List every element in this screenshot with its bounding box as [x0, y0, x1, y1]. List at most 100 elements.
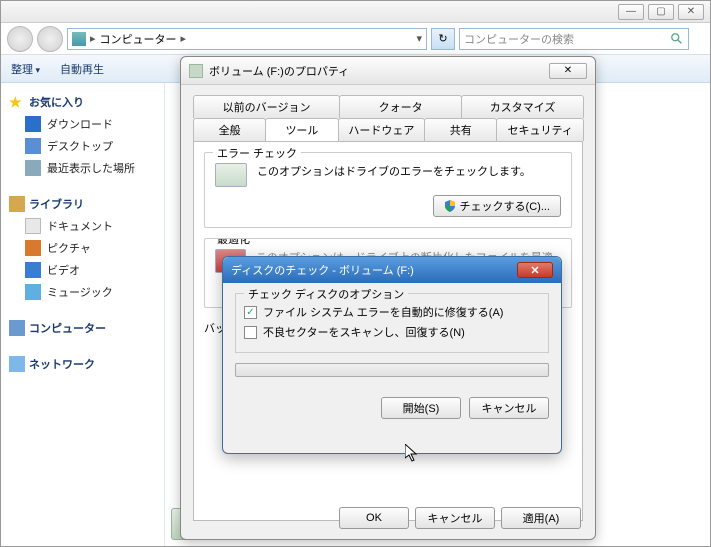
favorites-label: お気に入り	[29, 94, 84, 110]
computer-icon	[9, 320, 25, 336]
sidebar-item-label: デスクトップ	[47, 138, 113, 154]
tabs-row-1: 以前のバージョン クォータ カスタマイズ	[193, 95, 583, 118]
sidebar-item-documents[interactable]: ドキュメント	[5, 215, 160, 237]
check-disk-footer: 開始(S) キャンセル	[223, 397, 561, 419]
sidebar-item-label: ダウンロード	[47, 116, 113, 132]
error-check-group: エラー チェック このオプションはドライブのエラーをチェックします。 チェックす…	[204, 152, 572, 228]
tabs-row-2: 全般 ツール ハードウェア 共有 セキュリティ	[193, 118, 583, 141]
option-scan-recover[interactable]: 不良セクターをスキャンし、回復する(N)	[244, 324, 540, 340]
option-label: 不良セクターをスキャンし、回復する(N)	[263, 324, 465, 340]
autoplay-menu[interactable]: 自動再生	[60, 61, 104, 77]
sidebar-item-desktop[interactable]: デスクトップ	[5, 135, 160, 157]
error-check-text: このオプションはドライブのエラーをチェックします。	[257, 163, 531, 179]
search-input[interactable]: コンピューターの検索	[459, 28, 689, 50]
document-icon	[25, 218, 41, 234]
drive-icon	[189, 64, 203, 78]
music-icon	[25, 284, 41, 300]
network-icon	[9, 356, 25, 372]
check-disk-body: チェック ディスクのオプション ✓ ファイル システム エラーを自動的に修復する…	[223, 283, 561, 397]
tab-security[interactable]: セキュリティ	[496, 118, 584, 141]
sidebar-group-favorites: ★ お気に入り ダウンロード デスクトップ 最近表示した場所	[5, 91, 160, 179]
check-disk-group-title: チェック ディスクのオプション	[244, 286, 408, 302]
checkbox-scan-recover[interactable]	[244, 326, 257, 339]
nav-bar: ▸ コンピューター ▸ ▾ ↻ コンピューターの検索	[1, 23, 710, 55]
computer-label: コンピューター	[29, 320, 106, 336]
check-disk-close-button[interactable]: ✕	[517, 262, 553, 278]
check-now-label: チェックする(C)...	[460, 198, 550, 214]
desktop-icon	[25, 138, 41, 154]
check-disk-title-bar[interactable]: ディスクのチェック - ボリューム (F:) ✕	[223, 257, 561, 283]
sidebar-item-pictures[interactable]: ピクチャ	[5, 237, 160, 259]
close-button[interactable]: ✕	[678, 4, 704, 20]
sidebar-head-computer[interactable]: コンピューター	[5, 317, 160, 339]
tab-sharing[interactable]: 共有	[424, 118, 497, 141]
apply-button[interactable]: 適用(A)	[501, 507, 581, 529]
download-icon	[25, 116, 41, 132]
breadcrumb-sep: ▸	[90, 32, 96, 45]
sidebar: ★ お気に入り ダウンロード デスクトップ 最近表示した場所 ライブラリ ドキュ…	[1, 83, 165, 546]
sidebar-item-label: ビデオ	[47, 262, 80, 278]
organize-menu[interactable]: 整理	[11, 61, 40, 77]
address-bar[interactable]: ▸ コンピューター ▸ ▾	[67, 28, 427, 50]
cancel-button[interactable]: キャンセル	[415, 507, 495, 529]
sidebar-group-libraries: ライブラリ ドキュメント ピクチャ ビデオ ミュージック	[5, 193, 160, 303]
refresh-button[interactable]: ↻	[431, 28, 455, 50]
window-title-bar: — ▢ ✕	[1, 1, 710, 23]
ok-button[interactable]: OK	[339, 507, 409, 529]
properties-title: ボリューム (F:)のプロパティ	[209, 63, 349, 79]
option-label: ファイル システム エラーを自動的に修復する(A)	[263, 304, 503, 320]
tab-tools[interactable]: ツール	[265, 118, 338, 141]
check-now-button[interactable]: チェックする(C)...	[433, 195, 561, 217]
back-button[interactable]	[7, 26, 33, 52]
check-disk-dialog: ディスクのチェック - ボリューム (F:) ✕ チェック ディスクのオプション…	[222, 256, 562, 454]
drive-check-icon	[215, 163, 247, 187]
sidebar-item-label: ドキュメント	[47, 218, 113, 234]
tab-previous-versions[interactable]: 以前のバージョン	[193, 95, 340, 118]
cancel-button[interactable]: キャンセル	[469, 397, 549, 419]
sidebar-item-label: 最近表示した場所	[47, 160, 135, 176]
tab-quota[interactable]: クォータ	[339, 95, 462, 118]
shield-icon	[444, 200, 456, 212]
sidebar-head-favorites[interactable]: ★ お気に入り	[5, 91, 160, 113]
sidebar-item-label: ミュージック	[47, 284, 113, 300]
optimize-title: 最適化	[213, 238, 254, 247]
refresh-icon: ↻	[438, 32, 447, 45]
check-disk-title: ディスクのチェック - ボリューム (F:)	[231, 262, 414, 278]
sidebar-item-music[interactable]: ミュージック	[5, 281, 160, 303]
network-label: ネットワーク	[29, 356, 95, 372]
properties-title-bar[interactable]: ボリューム (F:)のプロパティ ✕	[181, 57, 595, 85]
search-icon	[670, 32, 684, 46]
tab-general[interactable]: 全般	[193, 118, 266, 141]
start-button[interactable]: 開始(S)	[381, 397, 461, 419]
recent-icon	[25, 160, 41, 176]
library-icon	[9, 196, 25, 212]
minimize-button[interactable]: —	[618, 4, 644, 20]
sidebar-item-label: ピクチャ	[47, 240, 91, 256]
pictures-icon	[25, 240, 41, 256]
breadcrumb-sep: ▸	[181, 32, 187, 45]
dropdown-arrow-icon[interactable]: ▾	[416, 32, 422, 45]
sidebar-group-computer: コンピューター	[5, 317, 160, 339]
properties-footer: OK キャンセル 適用(A)	[339, 507, 581, 529]
check-disk-options-group: チェック ディスクのオプション ✓ ファイル システム エラーを自動的に修復する…	[235, 293, 549, 353]
star-icon: ★	[9, 94, 25, 110]
tab-customize[interactable]: カスタマイズ	[461, 95, 584, 118]
checkbox-auto-fix[interactable]: ✓	[244, 306, 257, 319]
video-icon	[25, 262, 41, 278]
tab-hardware[interactable]: ハードウェア	[338, 118, 426, 141]
maximize-button[interactable]: ▢	[648, 4, 674, 20]
error-check-title: エラー チェック	[213, 145, 301, 161]
sidebar-item-videos[interactable]: ビデオ	[5, 259, 160, 281]
sidebar-head-libraries[interactable]: ライブラリ	[5, 193, 160, 215]
computer-icon	[72, 32, 86, 46]
sidebar-head-network[interactable]: ネットワーク	[5, 353, 160, 375]
breadcrumb-item[interactable]: コンピューター	[100, 31, 177, 47]
progress-bar	[235, 363, 549, 377]
libraries-label: ライブラリ	[29, 196, 84, 212]
forward-button[interactable]	[37, 26, 63, 52]
option-auto-fix[interactable]: ✓ ファイル システム エラーを自動的に修復する(A)	[244, 304, 540, 320]
sidebar-item-recent[interactable]: 最近表示した場所	[5, 157, 160, 179]
sidebar-group-network: ネットワーク	[5, 353, 160, 375]
properties-close-button[interactable]: ✕	[549, 63, 587, 79]
sidebar-item-downloads[interactable]: ダウンロード	[5, 113, 160, 135]
